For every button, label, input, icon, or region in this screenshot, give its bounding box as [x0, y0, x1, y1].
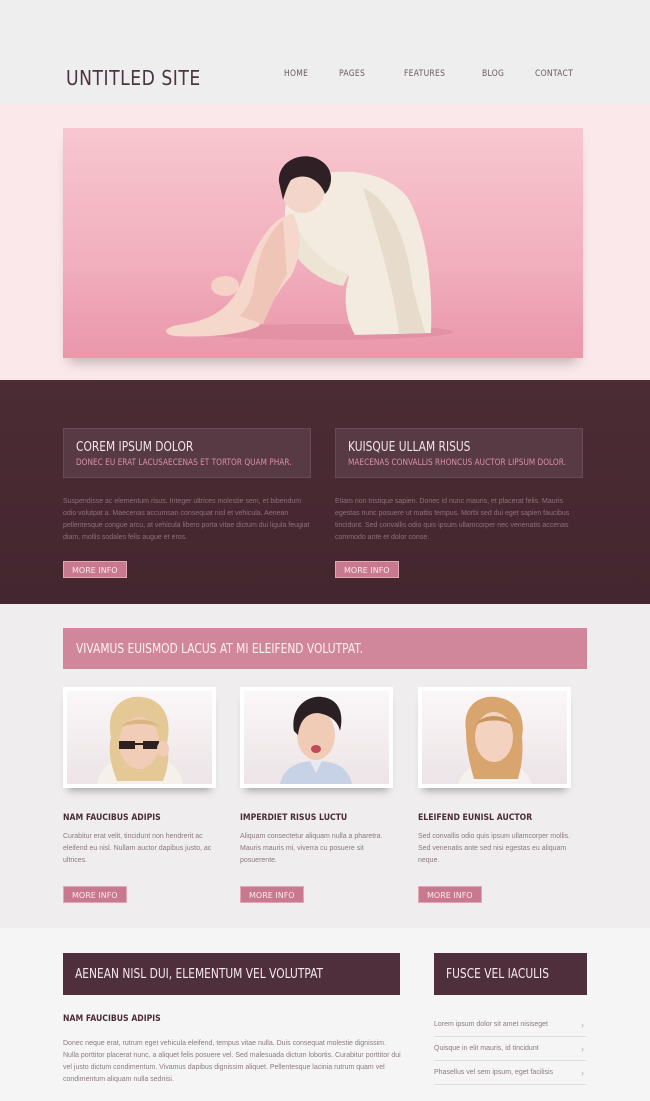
person-photo-1[interactable]: [63, 687, 216, 788]
nav-contact[interactable]: CONTACT: [535, 69, 573, 79]
side-link-2[interactable]: Quisque in elit mauris, id tincidunt ›: [434, 1037, 586, 1061]
person-name: IMPERDIET RISUS LUCTU: [240, 813, 348, 823]
team-banner: VIVAMUS EUISMOD LACUS AT MI ELEIFEND VOL…: [63, 628, 587, 669]
feature-text: Suspendisse ac elementum risus. Integer …: [63, 498, 310, 541]
more-info-button[interactable]: MORE INFO: [240, 886, 304, 903]
side-heading: FUSCE VEL IACULIS: [446, 967, 549, 982]
side-link-label: Phasellus vel sem ipsum, eget facilisis: [434, 1069, 554, 1076]
feature-subtitle: MAECENAS CONVALLIS RHONCUS AUCTOR LIPSUM…: [348, 458, 566, 468]
site-header: UNTITLED SITE HOME PAGES FEATURES BLOG C…: [0, 0, 650, 103]
chevron-right-icon: ›: [581, 1020, 584, 1030]
chevron-right-icon: ›: [581, 1044, 584, 1054]
portrait-woman-dark-hair: [280, 696, 352, 784]
chevron-right-icon: ›: [581, 1068, 584, 1078]
person-description: Aliquam consectetur aliquam nulla a phar…: [240, 833, 383, 864]
article-title: NAM FAUCIBUS ADIPIS: [63, 1014, 161, 1024]
article-text: Donec neque erat, rutrum eget vehicula e…: [63, 1040, 401, 1083]
hero-figure: [166, 156, 453, 340]
side-link-3[interactable]: Phasellus vel sem ipsum, eget facilisis …: [434, 1061, 586, 1085]
feature-title: KUISQUE ULLAM RISUS: [348, 440, 471, 455]
person-description: Sed convallis odio quis ipsum ullamcorpe…: [418, 833, 571, 864]
feature-header-2: KUISQUE ULLAM RISUS MAECENAS CONVALLIS R…: [335, 428, 583, 478]
main-nav: HOME PAGES FEATURES BLOG CONTACT: [0, 69, 650, 83]
nav-features[interactable]: FEATURES: [404, 69, 445, 79]
person-name: ELEIFEND EUNISL AUCTOR: [418, 813, 533, 823]
portrait-woman-sunglasses: [97, 696, 183, 784]
feature-header-1: COREM IPSUM DOLOR DONEC EU ERAT LACUSAEC…: [63, 428, 311, 478]
side-link-1[interactable]: Lorem ipsum dolor sit amet nisiseget ›: [434, 1013, 586, 1037]
side-heading-bar: FUSCE VEL IACULIS: [434, 953, 587, 995]
main-heading-bar: AENEAN NISL DUI, ELEMENTUM VEL VOLUTPAT: [63, 953, 400, 995]
person-photo-2[interactable]: [240, 687, 393, 788]
bottom-section: AENEAN NISL DUI, ELEMENTUM VEL VOLUTPAT …: [0, 928, 650, 1101]
hero-image: [63, 128, 583, 358]
feature-text: Etiam non tristique sapien. Donec id nun…: [335, 498, 570, 541]
more-info-button[interactable]: MORE INFO: [418, 886, 482, 903]
feature-subtitle: DONEC EU ERAT LACUSAECENAS ET TORTOR QUA…: [76, 458, 292, 468]
side-link-label: Quisque in elit mauris, id tincidunt: [434, 1045, 539, 1052]
team-banner-text: VIVAMUS EUISMOD LACUS AT MI ELEIFEND VOL…: [76, 642, 363, 657]
nav-blog[interactable]: BLOG: [482, 69, 504, 79]
main-heading: AENEAN NISL DUI, ELEMENTUM VEL VOLUTPAT: [75, 967, 324, 982]
person-name: NAM FAUCIBUS ADIPIS: [63, 813, 161, 823]
person-description: Curabitur erat velit, tincidunt non hend…: [63, 833, 212, 864]
portrait-woman-blonde: [458, 696, 532, 784]
feature-title: COREM IPSUM DOLOR: [76, 440, 194, 455]
nav-pages[interactable]: PAGES: [339, 69, 365, 79]
hero-section: [0, 103, 650, 380]
side-link-label: Lorem ipsum dolor sit amet nisiseget: [434, 1021, 548, 1028]
more-info-button[interactable]: MORE INFO: [335, 561, 399, 578]
more-info-button[interactable]: MORE INFO: [63, 561, 127, 578]
nav-home[interactable]: HOME: [284, 69, 308, 79]
more-info-button[interactable]: MORE INFO: [63, 886, 127, 903]
feature-band: COREM IPSUM DOLOR DONEC EU ERAT LACUSAEC…: [0, 380, 650, 604]
person-photo-3[interactable]: [418, 687, 571, 788]
